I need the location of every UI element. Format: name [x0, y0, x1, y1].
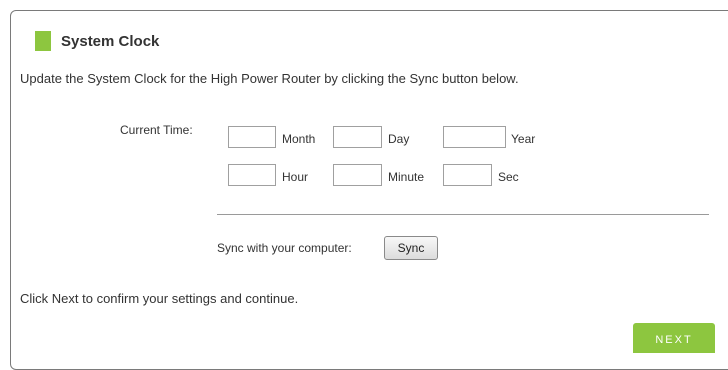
system-clock-panel [10, 10, 728, 370]
description-text: Update the System Clock for the High Pow… [20, 71, 519, 86]
day-label: Day [388, 132, 410, 146]
title-marker [35, 31, 51, 51]
section-divider [217, 214, 709, 215]
year-label: Year [511, 132, 536, 146]
minute-input[interactable] [333, 164, 382, 186]
day-input[interactable] [333, 126, 382, 148]
hour-label: Hour [282, 170, 309, 184]
next-button[interactable]: NEXT [633, 323, 715, 353]
year-input[interactable] [443, 126, 506, 148]
sec-label: Sec [498, 170, 519, 184]
month-input[interactable] [228, 126, 276, 148]
hour-input[interactable] [228, 164, 276, 186]
section-title: System Clock [61, 32, 160, 50]
footer-instruction: Click Next to confirm your settings and … [20, 291, 299, 306]
section-header: System Clock [35, 30, 159, 52]
month-label: Month [282, 132, 316, 146]
minute-label: Minute [388, 170, 425, 184]
current-time-label: Current Time: [120, 123, 193, 137]
sec-input[interactable] [443, 164, 492, 186]
sync-label: Sync with your computer: [217, 241, 352, 255]
sync-button[interactable]: Sync [384, 236, 438, 260]
